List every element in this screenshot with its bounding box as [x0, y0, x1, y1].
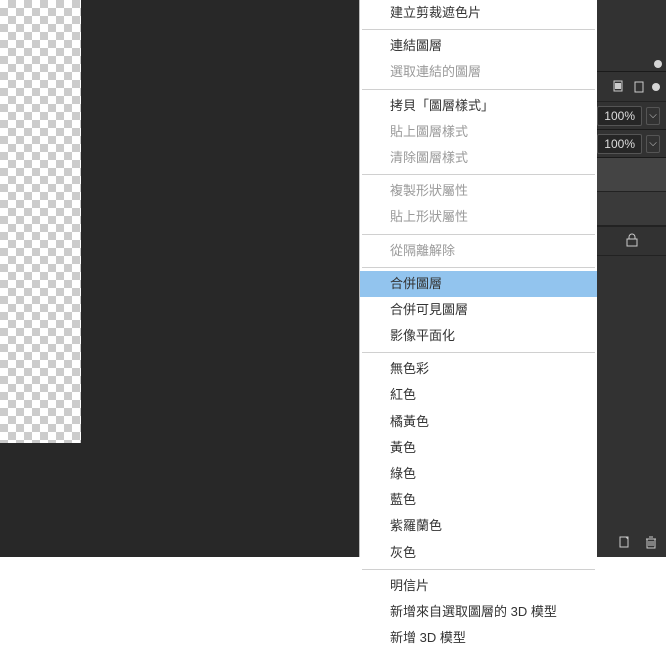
menu-item[interactable]: 橘黃色: [360, 409, 597, 435]
transparent-checker: [0, 0, 82, 443]
menu-item[interactable]: 灰色: [360, 540, 597, 566]
menu-separator: [362, 569, 595, 570]
panel-dot-icon: [654, 60, 662, 68]
menu-item[interactable]: 建立剪裁遮色片: [360, 0, 597, 26]
context-menu: 建立剪裁遮色片連結圖層選取連結的圖層拷貝「圖層樣式」貼上圖層樣式清除圖層樣式複製…: [359, 0, 597, 557]
menu-item[interactable]: 黃色: [360, 435, 597, 461]
menu-item[interactable]: 連結圖層: [360, 33, 597, 59]
panel-dot-icon: [652, 83, 660, 91]
menu-item: 貼上圖層樣式: [360, 119, 597, 145]
menu-item[interactable]: 拷貝「圖層樣式」: [360, 93, 597, 119]
menu-item[interactable]: 新增來自選取圖層的 3D 模型: [360, 599, 597, 625]
lock-row: [597, 226, 666, 256]
panel-footer-icons: [618, 535, 658, 549]
panel-band: [597, 158, 666, 192]
menu-separator: [362, 29, 595, 30]
menu-item[interactable]: 藍色: [360, 487, 597, 513]
opacity-value[interactable]: 100%: [597, 106, 642, 126]
panel-header: [597, 0, 666, 72]
page-icon[interactable]: [632, 80, 646, 94]
menu-item[interactable]: 綠色: [360, 461, 597, 487]
menu-item[interactable]: 紅色: [360, 382, 597, 408]
menu-separator: [362, 174, 595, 175]
menu-item[interactable]: 影像平面化: [360, 323, 597, 349]
opacity-row[interactable]: 100% ⌵: [597, 102, 666, 130]
doc-icon[interactable]: [612, 80, 626, 94]
menu-item[interactable]: 合併可見圖層: [360, 297, 597, 323]
chevron-down-icon[interactable]: ⌵: [646, 135, 660, 153]
lock-icon[interactable]: [626, 233, 638, 250]
menu-item: 從隔離解除: [360, 238, 597, 264]
menu-item: 貼上形狀屬性: [360, 204, 597, 230]
canvas-area-lower: [0, 443, 82, 557]
layers-panel-sliver: 100% ⌵ 100% ⌵: [596, 0, 666, 557]
menu-item[interactable]: 紫羅蘭色: [360, 513, 597, 539]
fill-row[interactable]: 100% ⌵: [597, 130, 666, 158]
chevron-down-icon[interactable]: ⌵: [646, 107, 660, 125]
trash-icon[interactable]: [644, 535, 658, 549]
panel-band: [597, 192, 666, 226]
fill-value[interactable]: 100%: [597, 134, 642, 154]
menu-item: 複製形狀屬性: [360, 178, 597, 204]
menu-separator: [362, 234, 595, 235]
menu-item[interactable]: 合併圖層: [360, 271, 597, 297]
menu-item: 選取連結的圖層: [360, 59, 597, 85]
menu-item[interactable]: 新增 3D 模型: [360, 625, 597, 651]
menu-item[interactable]: 明信片: [360, 573, 597, 599]
menu-separator: [362, 267, 595, 268]
menu-item: 清除圖層樣式: [360, 145, 597, 171]
new-page-icon[interactable]: [618, 535, 632, 549]
menu-separator: [362, 352, 595, 353]
panel-tool-row: [597, 72, 666, 102]
menu-item[interactable]: 無色彩: [360, 356, 597, 382]
menu-separator: [362, 89, 595, 90]
